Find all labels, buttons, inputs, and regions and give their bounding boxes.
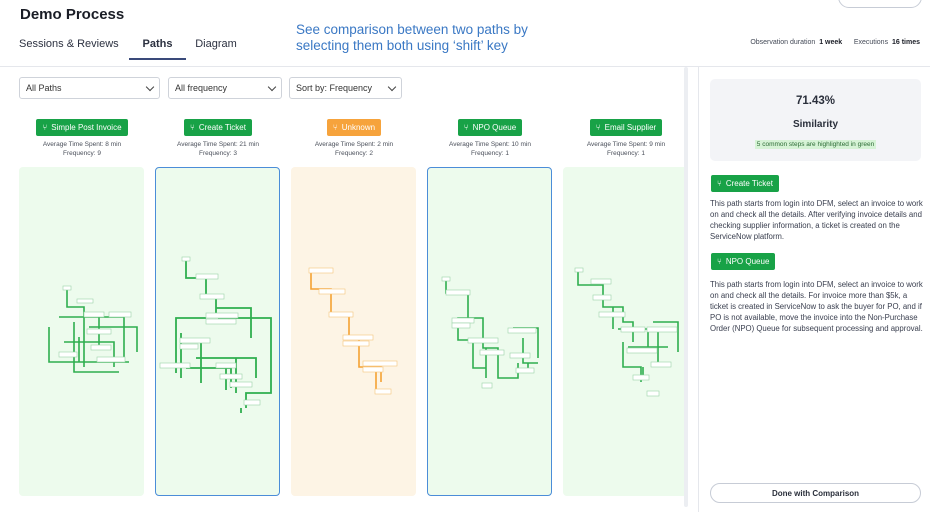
path-avg-time: Average Time Spent: 2 min [314,141,394,148]
branch-icon: ⑂ [595,123,601,132]
top-right-button[interactable] [838,0,922,8]
tabs-divider [0,66,930,67]
path-avg-time: Average Time Spent: 9 min [586,141,666,148]
compare-path-a-label: Create Ticket [725,179,773,188]
chevron-down-icon [387,82,397,91]
branch-icon: ⑂ [332,123,338,132]
path-column-simple-post-invoice: ⑂ Simple Post Invoice Average Time Spent:… [19,117,145,158]
execution-meta: Observation duration 1 week Executions 1… [750,39,920,46]
branch-icon: ⑂ [717,179,722,188]
tab-sessions-reviews[interactable]: Sessions & Reviews [19,38,129,60]
path-chip-label: Simple Post Invoice [51,123,122,132]
path-flow-diagram [441,276,539,389]
path-chip[interactable]: ⑂ Create Ticket [184,119,252,136]
path-flow-panel-simple-post-invoice[interactable] [19,167,144,496]
common-steps-note: 5 common steps are highlighted in green [754,140,877,149]
frequency-filter-dropdown[interactable]: All frequency [168,77,282,99]
executions-value: 16 times [891,39,920,46]
chevron-down-icon [267,82,277,91]
path-frequency: Frequency: 9 [63,150,101,157]
path-column-create-ticket: ⑂ Create Ticket Average Time Spent: 21 mi… [155,117,281,158]
path-avg-time: Average Time Spent: 21 min [177,141,259,148]
path-column-email-supplier: ⑂ Email Supplier Average Time Spent: 9 mi… [563,117,689,158]
path-frequency: Frequency: 1 [607,150,645,157]
path-chip-label: NPO Queue [472,123,517,132]
path-chip-label: Create Ticket [198,123,246,132]
path-flow-diagram [159,256,272,413]
compare-path-b-chip[interactable]: ⑂ NPO Queue [711,253,776,270]
sort-dropdown[interactable]: Sort by: Frequency [289,77,402,99]
similarity-percentage: 71.43% [795,95,835,107]
path-flow-diagram [574,267,679,397]
path-column-unknown: ⑂ Unknown Average Time Spent: 2 min Frequ… [291,117,417,158]
sort-value: Sort by: Frequency [296,83,373,93]
compare-path-b-description: This path starts from login into DFM, se… [710,280,923,333]
path-chip[interactable]: ⑂ NPO Queue [457,119,523,136]
done-with-comparison-button[interactable]: Done with Comparison [710,483,921,503]
path-avg-time: Average Time Spent: 8 min [42,141,122,148]
path-flow-diagram [48,285,138,373]
path-chip-label: Unknown [341,123,376,132]
path-flow-panel-create-ticket[interactable] [155,167,280,496]
path-frequency: Frequency: 1 [471,150,509,157]
frequency-filter-value: All frequency [175,83,228,93]
path-chip-label: Email Supplier [604,123,657,132]
tab-diagram[interactable]: Diagram [186,38,246,60]
path-flow-diagram [308,267,398,395]
chevron-down-icon [145,82,155,91]
tab-bar: Sessions & Reviews Paths Diagram [19,38,246,60]
paths-filter-dropdown[interactable]: All Paths [19,77,160,99]
similarity-label: Similarity [792,119,839,130]
compare-path-a-chip[interactable]: ⑂ Create Ticket [711,175,779,192]
page-title: Demo Process [20,6,125,23]
path-frequency: Frequency: 2 [335,150,373,157]
observation-label: Observation duration [750,39,816,46]
similarity-card: 71.43% Similarity 5 common steps are hig… [710,79,921,161]
path-flow-panel-npo-queue[interactable] [427,167,552,496]
app-page: Demo Process See comparison between two … [0,0,930,512]
executions-label: Executions [853,39,889,46]
branch-icon: ⑂ [717,257,722,266]
paths-scrollbar[interactable] [684,67,688,507]
compare-path-a-description: This path starts from login into DFM, se… [710,199,923,241]
sidebar-divider [698,67,699,512]
tab-paths[interactable]: Paths [129,38,186,60]
path-flow-panel-email-supplier[interactable] [563,167,688,496]
path-avg-time: Average Time Spent: 10 min [449,141,531,148]
path-frequency: Frequency: 3 [199,150,237,157]
path-column-npo-queue: ⑂ NPO Queue Average Time Spent: 10 min Fr… [427,117,553,158]
branch-icon: ⑂ [42,123,48,132]
path-chip[interactable]: ⑂ Email Supplier [589,119,663,136]
path-flow-panel-unknown[interactable] [291,167,416,496]
branch-icon: ⑂ [190,123,195,132]
branch-icon: ⑂ [463,123,469,132]
instruction-annotation: See comparison between two paths by sele… [296,22,528,53]
path-chip[interactable]: ⑂ Unknown [326,119,382,136]
paths-filter-value: All Paths [26,83,62,93]
compare-path-b-label: NPO Queue [725,257,770,266]
observation-value: 1 week [819,39,843,46]
path-chip[interactable]: ⑂ Simple Post Invoice [36,119,128,136]
